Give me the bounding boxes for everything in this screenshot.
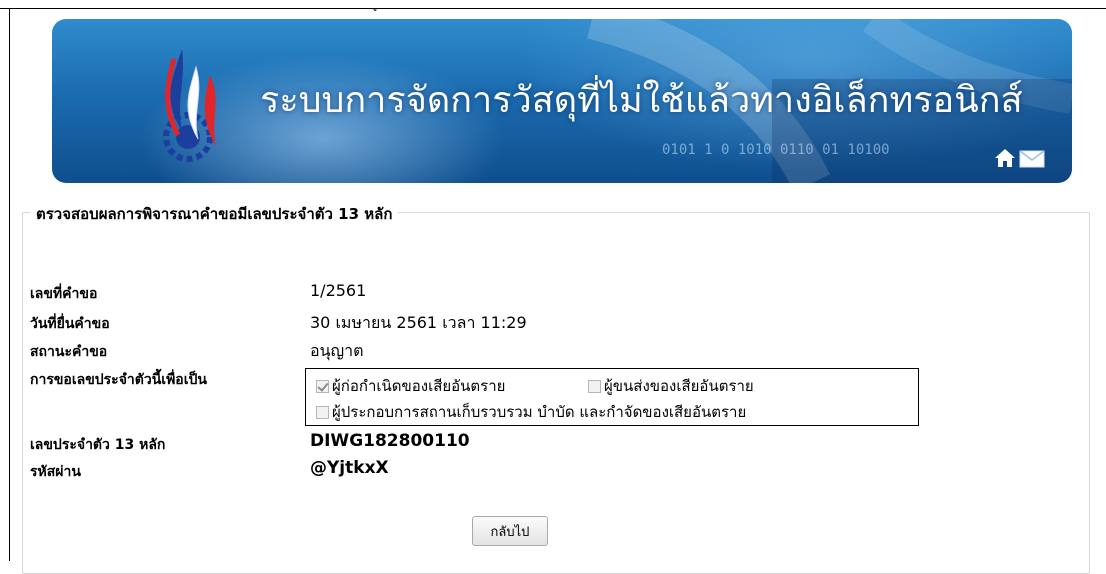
fieldset-legend: ตรวจสอบผลการพิจารณาคำขอมีเลขประจำตัว 13 …: [30, 202, 399, 226]
option-facility[interactable]: ผู้ประกอบการสถานเก็บรวบรวม บำบัด และกำจั…: [316, 400, 746, 424]
banner-digits: 0101 1 0 1010 0110 01 10100: [662, 142, 890, 158]
option-transporter-label: ผู้ขนส่งของเสียอันตราย: [604, 377, 754, 395]
logo-icon: [163, 49, 216, 162]
left-border: [9, 8, 10, 561]
option-transporter[interactable]: ผู้ขนส่งของเสียอันตราย: [588, 374, 754, 398]
password-label: รหัสผ่าน: [30, 464, 81, 480]
purpose-options: ผู้ก่อกำเนิดของเสียอันตราย ผู้ขนส่งของเส…: [305, 368, 919, 426]
status-value: อนุญาต: [310, 341, 364, 360]
status-label: สถานะคำขอ: [30, 344, 108, 360]
top-border: [0, 8, 1106, 9]
option-generator-label: ผู้ก่อกำเนิดของเสียอันตราย: [332, 377, 506, 395]
request-no-label: เลขที่คำขอ: [30, 286, 98, 302]
mail-icon[interactable]: [1019, 150, 1045, 168]
home-icon[interactable]: [994, 147, 1016, 169]
purpose-label: การขอเลขประจำตัวนี้เพื่อเป็น: [30, 372, 207, 388]
banner-title: ระบบการจัดการวัสดุที่ไม่ใช้แล้วทางอิเล็ก…: [260, 80, 1023, 121]
password-value: @YjtkxX: [310, 458, 389, 478]
checkbox-generator[interactable]: [316, 379, 329, 393]
back-button[interactable]: กลับไป: [472, 516, 548, 546]
id-number-label: เลขประจำตัว 13 หลัก: [30, 437, 166, 453]
id-number-value: DIWG182800110: [310, 431, 470, 451]
checkbox-facility[interactable]: [316, 405, 329, 419]
submit-date-value: 30 เมษายน 2561 เวลา 11:29: [310, 313, 527, 332]
submit-date-label: วันที่ยื่นคำขอ: [30, 316, 110, 332]
option-facility-label: ผู้ประกอบการสถานเก็บรวบรวม บำบัด และกำจั…: [332, 403, 747, 421]
option-generator[interactable]: ผู้ก่อกำเนิดของเสียอันตราย: [316, 374, 505, 398]
checkbox-transporter[interactable]: [588, 379, 601, 393]
header-banner: 0101 1 0 1010 0110 01 10100 ระบบการจัดกา…: [52, 19, 1072, 183]
request-no-value: 1/2561: [310, 281, 367, 300]
